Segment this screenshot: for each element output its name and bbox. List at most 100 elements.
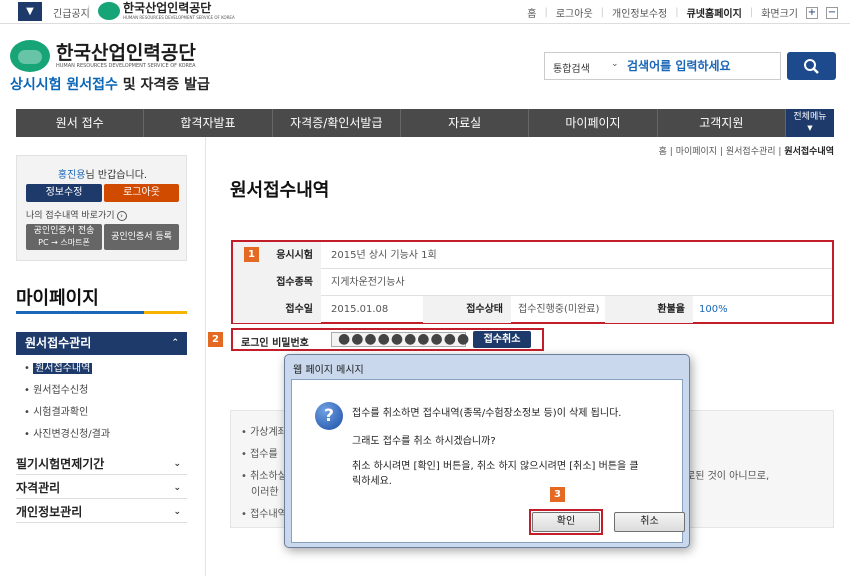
status-value: 접수진행중(미완료) xyxy=(518,304,600,315)
table-row: 응시시험 2015년 상시 기능사 1회 xyxy=(233,242,832,269)
password-input[interactable]: ●●●●●●●●●● xyxy=(331,332,469,347)
sidebar-item-exemption[interactable]: 필기시험면제기간 ⌄ xyxy=(16,453,187,475)
breadcrumb-home[interactable]: 홈 xyxy=(659,147,667,157)
search-button[interactable] xyxy=(787,52,836,80)
search-icon xyxy=(804,59,819,74)
sidebar-item-application-management[interactable]: 원서접수관리 ⌃ xyxy=(16,332,187,355)
application-info-table: 응시시험 2015년 상시 기능사 1회 접수종목 지게차운전기능사 접수일 2… xyxy=(231,240,834,324)
search-box: 통합검색 ⌄ xyxy=(544,52,781,80)
sidebar-title-underline xyxy=(16,311,187,314)
site-logo[interactable]: 한국산업인력공단 HUMAN RESOURCES DEVELOPMENT SER… xyxy=(10,40,196,72)
main-navigation: 원서 접수 합격자발표 자격증/확인서발급 자료실 마이페이지 고객지원 전체메… xyxy=(16,109,834,137)
password-row: 로그인 비밀번호 ●●●●●●●●●● 접수취소 xyxy=(231,328,544,351)
qnet-logo-icon xyxy=(98,2,120,20)
nav-mypage[interactable]: 마이페이지 xyxy=(529,109,658,137)
confirm-dialog: 웹 페이지 메시지 ? 접수를 취소하면 접수내역(종목/수험장소정보 등)이 … xyxy=(284,354,690,548)
ok-button[interactable]: 확인 xyxy=(532,512,600,532)
column-divider xyxy=(205,137,206,576)
top-utility-bar: ▼ 긴급공지 | 한국산업인력공단 HUMAN RESOURCES DEVELO… xyxy=(0,0,850,24)
refund-value: 100% xyxy=(699,304,728,315)
notice-line: • 접수내역 xyxy=(241,509,287,520)
chevron-down-icon: ⌄ xyxy=(173,459,181,469)
nav-resources[interactable]: 자료실 xyxy=(401,109,530,137)
search-input[interactable] xyxy=(627,57,777,75)
home-link[interactable]: 홈 xyxy=(527,5,536,20)
qnet-logo-subtext: HUMAN RESOURCES DEVELOPMENT SERVICE OF K… xyxy=(123,15,235,20)
sidebar-subitem-apply[interactable]: • 원서접수신청 xyxy=(24,384,110,406)
breadcrumb-manage[interactable]: 원서접수관리 xyxy=(726,147,776,157)
dialog-message-line: 그래도 접수를 취소 하시겠습니까? xyxy=(352,436,496,447)
cert-register-button[interactable]: 공인인증서 등록 xyxy=(104,224,179,250)
chevron-up-icon: ⌃ xyxy=(171,338,179,348)
logout-link[interactable]: 로그아웃 xyxy=(556,5,593,20)
zoom-out-button[interactable]: − xyxy=(826,6,838,19)
separator: | xyxy=(87,5,91,16)
step-badge-3: 3 xyxy=(550,487,565,502)
greeting: 홍진용님 반갑습니다. xyxy=(57,170,148,181)
emergency-notice-link[interactable]: 긴급공지 xyxy=(53,5,90,20)
table-row: 접수종목 지게차운전기능사 xyxy=(233,269,832,296)
chevron-down-icon: ⌄ xyxy=(173,507,181,517)
notice-line: • 취소하실 xyxy=(241,471,287,482)
chevron-down-icon: ⌄ xyxy=(173,483,181,493)
sidebar-submenu: • 원서접수내역 • 원서접수신청 • 시험결과확인 • 사진변경신청/결과 xyxy=(24,362,110,450)
password-label: 로그인 비밀번호 xyxy=(241,338,309,349)
nav-application[interactable]: 원서 접수 xyxy=(16,109,145,137)
qnet-homepage-link[interactable]: 큐넷홈페이지 xyxy=(687,5,742,20)
table-row: 접수일 2015.01.08 접수상태 접수진행중(미완료) 환불율 100% xyxy=(233,296,832,323)
dialog-message-line: 취소 하시려면 [확인] 버튼을, 취소 하지 않으시려면 [취소] 버튼을 클 xyxy=(352,461,639,472)
chevron-down-icon[interactable]: ⌄ xyxy=(611,59,619,69)
arrow-right-icon: › xyxy=(116,211,127,221)
cancel-application-button[interactable]: 접수취소 xyxy=(473,331,531,348)
zoom-in-button[interactable]: + xyxy=(806,6,818,19)
chevron-down-icon[interactable]: ▼ xyxy=(18,2,42,21)
edit-profile-link[interactable]: 개인정보수정 xyxy=(612,5,667,20)
notice-line: 이러한 xyxy=(251,487,279,498)
logout-button[interactable]: 로그아웃 xyxy=(104,184,179,202)
user-name: 홍진용 xyxy=(57,170,86,181)
step-badge-2: 2 xyxy=(208,332,223,347)
user-box: 홍진용님 반갑습니다. 정보수정 로그아웃 나의 접수내역 바로가기 › 공인인증… xyxy=(16,155,187,261)
nav-certificates[interactable]: 자격증/확인서발급 xyxy=(273,109,401,137)
qnet-logo[interactable]: 한국산업인력공단 HUMAN RESOURCES DEVELOPMENT SER… xyxy=(98,2,235,20)
dialog-body: ? 접수를 취소하면 접수내역(종목/수험장소정보 등)이 삭제 됩니다. 그래… xyxy=(291,379,685,543)
search-category-select[interactable]: 통합검색 xyxy=(553,60,590,75)
dialog-message-line: 접수를 취소하면 접수내역(종목/수험장소정보 등)이 삭제 됩니다. xyxy=(352,408,622,419)
date-label: 접수일 xyxy=(233,296,321,323)
nav-results[interactable]: 합격자발표 xyxy=(144,109,273,137)
qnet-logo-text: 한국산업인력공단 xyxy=(123,1,212,15)
logo-title: 한국산업인력공단 xyxy=(56,42,196,64)
field-value: 지게차운전기능사 xyxy=(331,277,405,288)
cert-transfer-button[interactable]: 공인인증서 전송 PC → 스마트폰 xyxy=(26,224,102,250)
sidebar-subitem-photo[interactable]: • 사진변경신청/결과 xyxy=(24,428,110,450)
sidebar-subitem-results[interactable]: • 시험결과확인 xyxy=(24,406,110,428)
sidebar-item-qualification[interactable]: 자격관리 ⌄ xyxy=(16,477,187,499)
status-label: 접수상태 xyxy=(423,296,511,323)
notice-line: • 가상계좌 xyxy=(241,427,287,438)
breadcrumb: 홈 | 마이페이지 | 원서접수관리 | 원서접수내역 xyxy=(658,147,834,157)
exam-value: 2015년 상시 기능사 1회 xyxy=(331,250,437,261)
edit-info-button[interactable]: 정보수정 xyxy=(26,184,102,202)
field-label: 접수종목 xyxy=(233,269,321,296)
cancel-button[interactable]: 취소 xyxy=(614,512,685,532)
screen-size-label: 화면크기 xyxy=(761,9,798,20)
sidebar-item-privacy[interactable]: 개인정보관리 ⌄ xyxy=(16,501,187,523)
refund-label: 환불율 xyxy=(605,296,693,323)
dialog-close-button[interactable] xyxy=(653,359,681,374)
my-application-shortcut[interactable]: 나의 접수내역 바로가기 › xyxy=(26,208,127,221)
hrd-logo-icon xyxy=(10,40,50,72)
site-title: 상시시험 원서접수 및 자격증 발급 xyxy=(10,77,210,93)
logo-subtitle: HUMAN RESOURCES DEVELOPMENT SERVICE OF K… xyxy=(56,63,196,69)
nav-support[interactable]: 고객지원 xyxy=(658,109,786,137)
date-value: 2015.01.08 xyxy=(331,304,389,315)
all-menu-button[interactable]: 전체메뉴 ▼ xyxy=(785,109,834,137)
breadcrumb-mypage[interactable]: 마이페이지 xyxy=(676,147,717,157)
notice-line-fragment: 로된 것이 아니므로, xyxy=(686,471,770,482)
dialog-message-line: 릭하세요. xyxy=(352,476,392,487)
dialog-title: 웹 페이지 메시지 xyxy=(293,365,364,376)
step-badge-1: 1 xyxy=(244,247,259,262)
sidebar-subitem-history[interactable]: • 원서접수내역 xyxy=(24,362,110,384)
breadcrumb-current: 원서접수내역 xyxy=(784,147,834,157)
notice-line: • 접수를 xyxy=(241,449,278,460)
question-icon: ? xyxy=(315,402,343,430)
